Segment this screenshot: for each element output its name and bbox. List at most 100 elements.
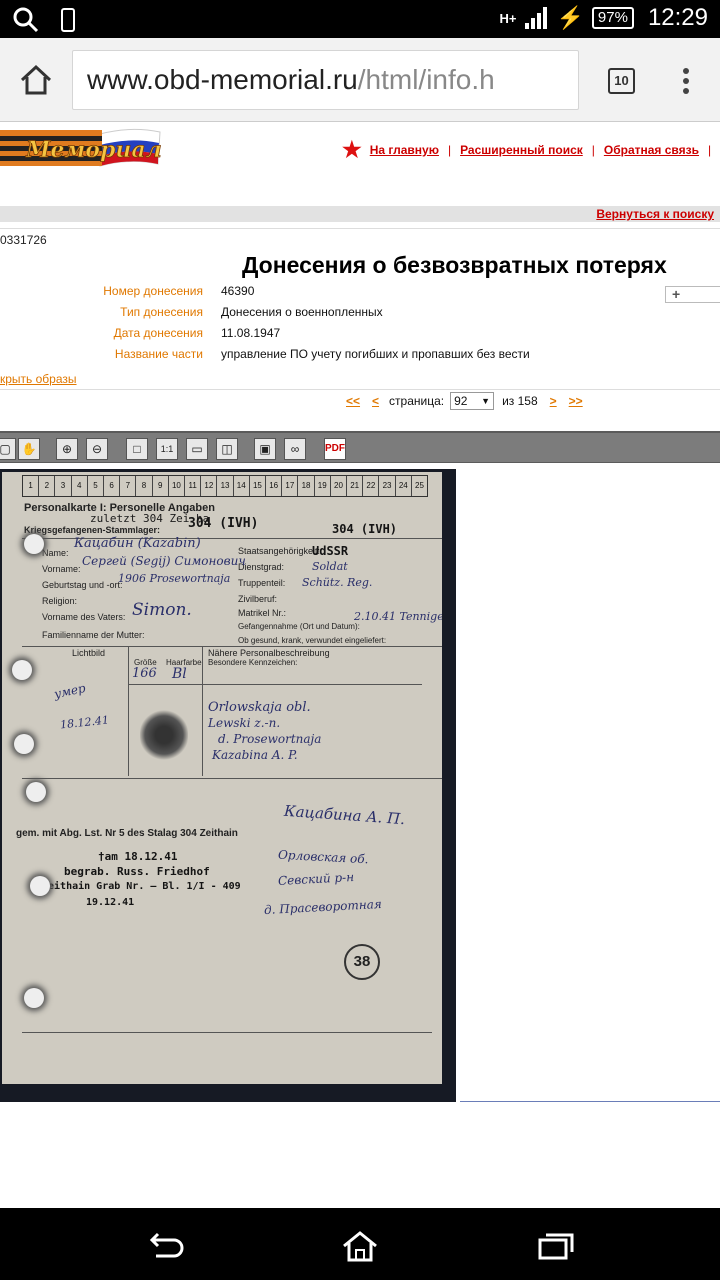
page-label: страница: bbox=[389, 394, 445, 408]
capture-value: 2.10.41 Tennige bbox=[354, 610, 442, 623]
next-page-link[interactable]: > bbox=[550, 394, 557, 408]
nav-separator: | bbox=[591, 143, 595, 157]
strip-number: 16 bbox=[266, 476, 283, 496]
strip-number: 8 bbox=[136, 476, 153, 496]
relative-address-line: d. Prosewortnaja bbox=[218, 732, 322, 746]
hide-images-link[interactable]: крыть образы bbox=[0, 372, 77, 386]
svg-text:Мемориал: Мемориал bbox=[25, 137, 162, 163]
last-page-link[interactable]: >> bbox=[569, 394, 583, 408]
save-icon[interactable]: ▣ bbox=[254, 438, 276, 460]
document-id: 0331726 bbox=[0, 233, 47, 247]
page-select[interactable]: 92 ▼ bbox=[450, 392, 495, 410]
field-label: Дата донесения bbox=[113, 326, 203, 340]
death-stamp-line: begrab. Russ. Friedhof bbox=[64, 865, 210, 878]
strip-number: 18 bbox=[298, 476, 315, 496]
strip-number: 25 bbox=[415, 481, 424, 490]
back-icon[interactable] bbox=[146, 1230, 186, 1262]
strip-number: 7 bbox=[120, 476, 137, 496]
nav-feedback-link[interactable]: Обратная связь bbox=[604, 143, 699, 157]
home-icon[interactable] bbox=[340, 1230, 380, 1262]
first-page-link[interactable]: << bbox=[346, 394, 360, 408]
strip-number: 20 bbox=[331, 476, 348, 496]
died-note: умер bbox=[52, 680, 87, 702]
status-bar: H+ ⚡ 97% 12:29 bbox=[0, 0, 720, 38]
search-icon bbox=[13, 7, 39, 33]
url-host: www.obd-memorial.ru bbox=[87, 64, 358, 95]
field-label: Тип донесения bbox=[120, 305, 203, 319]
row-label: Vorname des Vaters: bbox=[42, 612, 126, 622]
field-value: управление ПО учету погибших и пропавших… bbox=[221, 347, 530, 361]
charging-icon: ⚡ bbox=[556, 5, 584, 30]
relative-address-line: Orlowskaja obl. bbox=[208, 700, 311, 715]
first-name-value: Сергей (Segij) Симонович bbox=[82, 554, 246, 568]
field-label: Название части bbox=[114, 347, 203, 361]
row-label: Name: bbox=[42, 548, 69, 558]
fit-page-icon[interactable]: □ bbox=[126, 438, 148, 460]
back-to-search-link[interactable]: Вернуться к поиску bbox=[596, 207, 714, 221]
strip-number: 10 bbox=[169, 476, 186, 496]
died-date: 18.12.41 bbox=[59, 713, 110, 732]
fingerprint bbox=[140, 710, 188, 760]
zoom-in-icon[interactable]: ⊕ bbox=[56, 438, 78, 460]
prev-page-link[interactable]: < bbox=[372, 394, 379, 408]
birth-value: 1906 Prosewortnaja bbox=[118, 572, 231, 585]
hand-tool-icon[interactable]: ▢ bbox=[0, 438, 16, 460]
surname-value: Кацабин (Kazabin) bbox=[74, 536, 201, 551]
actual-size-icon[interactable]: 1:1 bbox=[156, 438, 178, 460]
lager-stamp: 304 (IVH) bbox=[332, 522, 398, 536]
chevron-down-icon: ▼ bbox=[481, 396, 491, 406]
strip-number: 12 bbox=[201, 476, 218, 496]
address-ru-line: Орловская об. bbox=[277, 847, 369, 867]
memorial-logo[interactable]: Мемориал bbox=[0, 124, 165, 172]
pdf-icon[interactable]: PDF bbox=[324, 438, 346, 460]
strip-number: 6 bbox=[104, 476, 121, 496]
system-nav-bar bbox=[0, 1208, 720, 1280]
url-path: /html/info.h bbox=[357, 64, 495, 95]
row-label: Zivilberuf: bbox=[238, 594, 278, 604]
image-viewer-toolbar: ▢ ✋ ⊕ ⊖ □ 1:1 ▭ ◫ ▣ ∞ PDF bbox=[0, 431, 720, 463]
recent-apps-icon[interactable] bbox=[536, 1230, 576, 1262]
strip-number: 11 bbox=[185, 476, 202, 496]
overflow-menu-icon[interactable] bbox=[682, 68, 690, 94]
hand-tool-icon[interactable]: ✋ bbox=[18, 438, 40, 460]
pager: << < страница: 92 ▼ из 158 > >> bbox=[346, 392, 583, 410]
nav-separator: | bbox=[708, 143, 712, 157]
number-strip: 1 2 3 4 5 6 7 8 9 10 11 12 13 14 15 16 1… bbox=[22, 475, 428, 497]
death-stamp-line: †am 18.12.41 bbox=[98, 850, 178, 863]
divider bbox=[0, 228, 720, 229]
nav-advanced-search-link[interactable]: Расширенный поиск bbox=[460, 143, 583, 157]
signal-bars-icon bbox=[524, 7, 547, 29]
row-label: Familienname der Mutter: bbox=[42, 630, 145, 640]
tab-switcher-button[interactable]: 10 bbox=[608, 68, 635, 94]
signal-indicator: H+ bbox=[499, 10, 517, 26]
home-icon[interactable] bbox=[18, 62, 54, 98]
field-label: Номер донесения bbox=[103, 284, 203, 298]
fit-width-icon[interactable]: ▭ bbox=[186, 438, 208, 460]
nav-separator: | bbox=[447, 143, 452, 157]
unit-value: Schütz. Reg. bbox=[302, 576, 373, 589]
row-label: Geburtstag und -ort: bbox=[42, 580, 123, 590]
two-page-icon[interactable]: ◫ bbox=[216, 438, 238, 460]
info-row: Номер донесения 46390 bbox=[0, 284, 720, 305]
nav-home-link[interactable]: На главную bbox=[370, 143, 439, 157]
scanned-document-image[interactable]: 1 2 3 4 5 6 7 8 9 10 11 12 13 14 15 16 1… bbox=[0, 469, 456, 1102]
page-select-value: 92 bbox=[454, 394, 468, 408]
strip-number: 13 bbox=[217, 476, 234, 496]
hair-value: Bl bbox=[172, 666, 187, 682]
link-icon[interactable]: ∞ bbox=[284, 438, 306, 460]
address-ru-line: Севский р-н bbox=[277, 870, 355, 888]
strip-number: 15 bbox=[250, 476, 267, 496]
personal-card: 1 2 3 4 5 6 7 8 9 10 11 12 13 14 15 16 1… bbox=[2, 472, 442, 1084]
divider bbox=[460, 1101, 720, 1102]
strip-number: 2 bbox=[39, 476, 56, 496]
page-total: из 158 bbox=[502, 394, 538, 408]
row-label: Religion: bbox=[42, 596, 78, 606]
stalag-stamp: 304 (IVH) bbox=[188, 516, 259, 531]
rank-value: Soldat bbox=[312, 560, 348, 573]
address-bar[interactable]: www.obd-memorial.ru/html/info.h bbox=[72, 50, 579, 110]
row-label: Ob gesund, krank, verwundet eingeliefert… bbox=[238, 636, 387, 645]
zoom-out-icon[interactable]: ⊖ bbox=[86, 438, 108, 460]
strip-number: 5 bbox=[88, 476, 105, 496]
info-row: Название части управление ПО учету погибш… bbox=[0, 347, 720, 368]
circle-number-stamp: 38 bbox=[344, 944, 380, 980]
